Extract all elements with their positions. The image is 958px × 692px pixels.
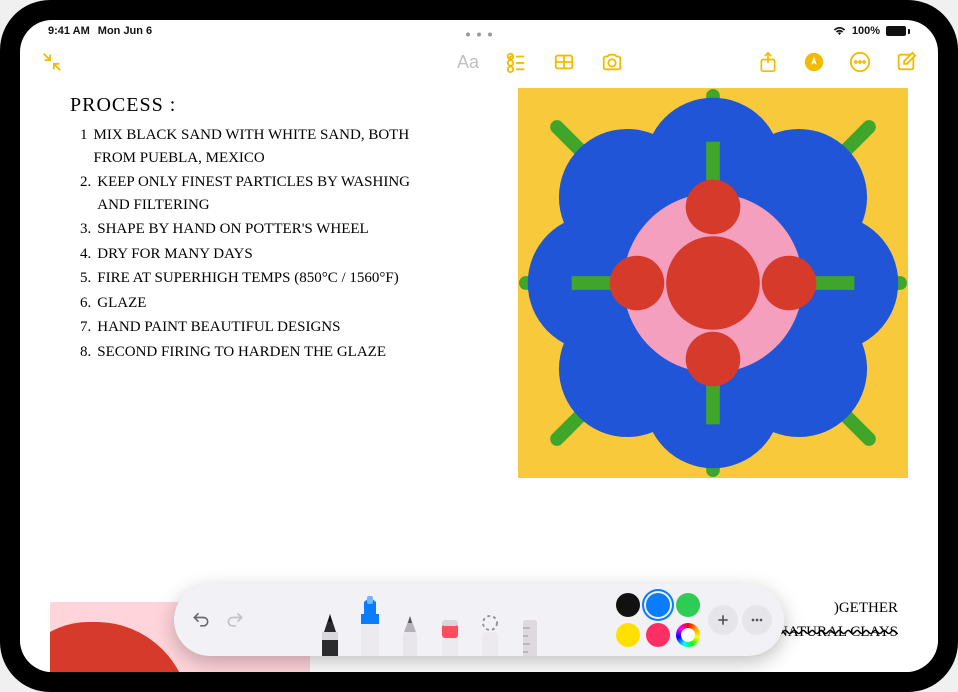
note-heading: PROCESS : bbox=[70, 94, 176, 117]
status-date: Mon Jun 6 bbox=[98, 25, 152, 37]
list-text: Hand paint beautiful designs bbox=[97, 316, 340, 339]
screen: 9:41 AM Mon Jun 6 100% Aa bbox=[20, 20, 938, 672]
app-toolbar: Aa bbox=[20, 42, 938, 82]
color-swatch[interactable] bbox=[646, 593, 670, 617]
list-number: 8. bbox=[80, 341, 91, 364]
list-text: Keep only finest particles by washing an… bbox=[97, 171, 440, 216]
color-swatch[interactable] bbox=[616, 623, 640, 647]
list-text: Dry for many days bbox=[97, 243, 252, 266]
marker-tool[interactable] bbox=[355, 594, 385, 656]
list-number: 4. bbox=[80, 243, 91, 266]
tool-strip bbox=[254, 584, 606, 656]
list-text: Glaze bbox=[97, 292, 146, 315]
undo-button[interactable] bbox=[186, 605, 216, 635]
eraser-tool[interactable] bbox=[435, 610, 465, 656]
list-item: 2.Keep only finest particles by washing … bbox=[80, 171, 440, 216]
battery-percent: 100% bbox=[852, 25, 880, 37]
color-palette bbox=[616, 593, 700, 647]
list-item: 6. Glaze bbox=[80, 292, 440, 315]
list-item: 8. Second firing to harden the glaze bbox=[80, 341, 440, 364]
list-item: 5. Fire at superhigh temps (850°C / 1560°… bbox=[80, 267, 440, 290]
list-text: Fire at superhigh temps (850°C / 1560°F) bbox=[97, 267, 399, 290]
markup-toggle-button[interactable] bbox=[800, 48, 828, 76]
text-format-button[interactable]: Aa bbox=[454, 48, 482, 76]
list-number: 3. bbox=[80, 218, 91, 241]
flower-drawing[interactable] bbox=[518, 88, 908, 478]
share-button[interactable] bbox=[754, 48, 782, 76]
ipad-frame: 9:41 AM Mon Jun 6 100% Aa bbox=[0, 0, 958, 692]
multitask-pill[interactable] bbox=[460, 24, 498, 29]
wifi-icon bbox=[833, 26, 846, 36]
list-number: 5. bbox=[80, 267, 91, 290]
ruler-tool[interactable] bbox=[515, 610, 545, 656]
checklist-button[interactable] bbox=[502, 48, 530, 76]
color-swatch[interactable] bbox=[616, 593, 640, 617]
list-item: 1Mix black sand with white sand, both fr… bbox=[80, 124, 440, 169]
list-number: 1 bbox=[80, 124, 88, 169]
more-button[interactable] bbox=[846, 48, 874, 76]
camera-button[interactable] bbox=[598, 48, 626, 76]
battery-icon bbox=[886, 26, 910, 36]
markup-toolbar bbox=[174, 584, 784, 656]
list-item: 3. Shape by hand on potter's wheel bbox=[80, 218, 440, 241]
color-swatch[interactable] bbox=[676, 593, 700, 617]
table-button[interactable] bbox=[550, 48, 578, 76]
add-tool-button[interactable] bbox=[708, 605, 738, 635]
list-item: 4. Dry for many days bbox=[80, 243, 440, 266]
list-item: 7. Hand paint beautiful designs bbox=[80, 316, 440, 339]
list-text: Second firing to harden the glaze bbox=[97, 341, 386, 364]
list-text: Shape by hand on potter's wheel bbox=[97, 218, 368, 241]
list-number: 6. bbox=[80, 292, 91, 315]
list-number: 7. bbox=[80, 316, 91, 339]
status-time: 9:41 AM bbox=[48, 25, 90, 37]
exit-fullscreen-button[interactable] bbox=[38, 48, 66, 76]
list-number: 2. bbox=[80, 171, 91, 216]
lasso-tool[interactable] bbox=[475, 610, 505, 656]
list-text: Mix black sand with white sand, both fro… bbox=[94, 124, 441, 169]
color-picker-button[interactable] bbox=[676, 623, 700, 647]
pencil-tool[interactable] bbox=[395, 610, 425, 656]
redo-button[interactable] bbox=[220, 605, 250, 635]
new-note-button[interactable] bbox=[892, 48, 920, 76]
pen-tool[interactable] bbox=[315, 610, 345, 656]
markup-more-button[interactable] bbox=[742, 605, 772, 635]
process-list: 1Mix black sand with white sand, both fr… bbox=[80, 124, 440, 365]
color-swatch[interactable] bbox=[646, 623, 670, 647]
